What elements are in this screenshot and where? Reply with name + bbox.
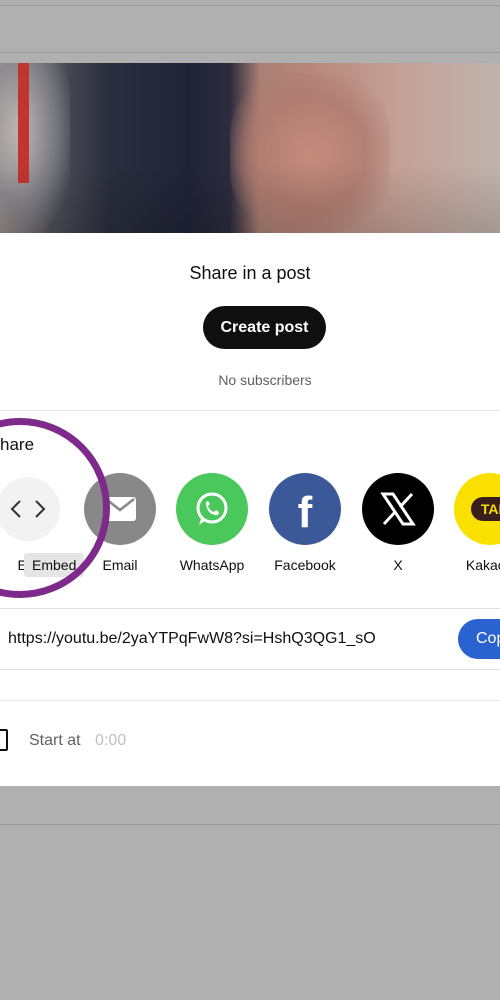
share-x[interactable]: X xyxy=(353,473,443,573)
share-whatsapp[interactable]: WhatsApp xyxy=(167,473,257,573)
share-kakaotalk-label: KakaoT xyxy=(465,557,500,573)
copy-button[interactable]: Cop xyxy=(458,619,500,659)
share-dialog: Share in a post Create post No subscribe… xyxy=(0,63,500,786)
start-at-label: Start at xyxy=(29,732,81,749)
video-thumbnail xyxy=(0,63,500,233)
share-email[interactable]: Email xyxy=(75,473,165,573)
share-in-post-title: Share in a post xyxy=(189,263,311,283)
embed-tooltip: Embed xyxy=(24,553,85,577)
email-icon[interactable] xyxy=(84,473,156,545)
whatsapp-icon[interactable] xyxy=(176,473,248,545)
start-at-time-input[interactable]: 0:00 xyxy=(95,732,126,750)
share-link-box: https://youtu.be/2yaYTPqFwW8?si=HshQ3QG1… xyxy=(0,608,500,670)
x-icon[interactable] xyxy=(362,473,434,545)
divider xyxy=(0,410,500,411)
share-facebook-label: Facebook xyxy=(274,557,336,573)
share-link-url[interactable]: https://youtu.be/2yaYTPqFwW8?si=HshQ3QG1… xyxy=(8,630,388,648)
embed-icon[interactable] xyxy=(0,477,60,541)
share-section-label: hare xyxy=(0,435,35,454)
start-at-checkbox[interactable] xyxy=(0,729,8,751)
subscribers-count: No subscribers xyxy=(218,372,312,388)
share-kakaotalk[interactable]: TALK KakaoT xyxy=(445,473,500,573)
share-x-label: X xyxy=(393,557,403,573)
create-post-button[interactable]: Create post xyxy=(203,306,326,349)
share-facebook[interactable]: f Facebook xyxy=(260,473,350,573)
share-whatsapp-label: WhatsApp xyxy=(179,557,245,573)
share-email-label: Email xyxy=(102,557,138,573)
kakaotalk-icon[interactable]: TALK xyxy=(454,473,500,545)
facebook-icon[interactable]: f xyxy=(269,473,341,545)
divider xyxy=(0,700,500,701)
